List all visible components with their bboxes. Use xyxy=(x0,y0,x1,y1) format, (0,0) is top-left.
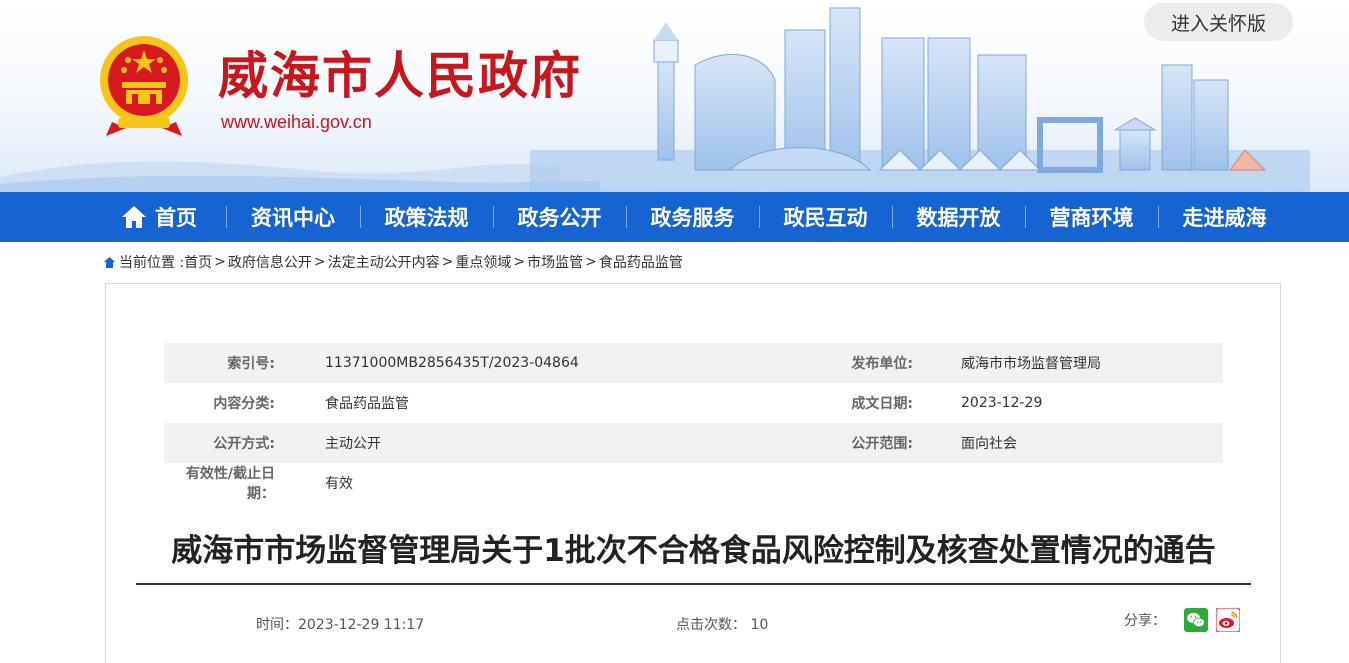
breadcrumb-separator: > xyxy=(214,254,226,270)
metadata-row: 有效性/截止日期： 有效 xyxy=(164,463,1223,503)
click-count-label: 点击次数： xyxy=(676,617,746,633)
nav-item-label: 政策法规 xyxy=(384,206,469,230)
nav-item-interaction[interactable]: 政民互动 xyxy=(759,192,892,242)
publish-time-label: 时间： xyxy=(256,617,298,633)
breadcrumb-link[interactable]: 首页 xyxy=(184,252,212,272)
nav-item-gov-services[interactable]: 政务服务 xyxy=(626,192,759,242)
scope-label: 公开范围: xyxy=(705,423,923,463)
metadata-row: 索引号: 11371000MB2856435T/2023-04864 发布单位:… xyxy=(164,343,1223,383)
metadata-row: 公开方式: 主动公开 公开范围: 面向社会 xyxy=(164,423,1223,463)
document-metadata-table: 索引号: 11371000MB2856435T/2023-04864 发布单位:… xyxy=(164,343,1223,503)
nav-item-label: 营商环境 xyxy=(1049,206,1134,230)
care-mode-button[interactable]: 进入关怀版 xyxy=(1144,3,1293,41)
wechat-icon[interactable] xyxy=(1184,608,1208,632)
click-count-value: 10 xyxy=(750,617,769,633)
share-label: 分享： xyxy=(1124,613,1166,629)
nav-item-policy[interactable]: 政策法规 xyxy=(360,192,493,242)
site-url: www.weihai.gov.cn xyxy=(221,112,372,132)
weibo-icon[interactable] xyxy=(1216,608,1240,632)
breadcrumb-link[interactable]: 市场监管 xyxy=(527,252,583,272)
metadata-row: 内容分类: 食品药品监管 成文日期: 2023-12-29 xyxy=(164,383,1223,423)
nav-item-about-weihai[interactable]: 走进威海 xyxy=(1158,192,1291,242)
breadcrumb-prefix: 当前位置 : xyxy=(119,255,185,271)
nav-item-news[interactable]: 资讯中心 xyxy=(226,192,360,242)
nav-item-label: 政务公开 xyxy=(517,206,602,230)
nav-item-home[interactable]: 首页 xyxy=(92,192,226,242)
category-value: 食品药品监管 xyxy=(325,396,409,412)
main-nav: 首页 资讯中心 政策法规 政务公开 政务服务 政民互动 数据开放 营商环境 走进… xyxy=(0,192,1349,242)
article-meta-bar: 时间：2023-12-29 11:17 点击次数： 10 分享： xyxy=(106,608,1282,634)
empty-cell xyxy=(705,463,923,503)
publisher-label: 发布单位: xyxy=(705,343,923,383)
home-icon xyxy=(122,206,146,228)
breadcrumb-separator: > xyxy=(441,254,454,270)
breadcrumb-link[interactable]: 政府信息公开 xyxy=(228,252,312,272)
breadcrumb-link[interactable]: 法定主动公开内容 xyxy=(328,252,440,272)
breadcrumb-separator: > xyxy=(585,254,597,270)
nav-item-business-environment[interactable]: 营商环境 xyxy=(1025,192,1158,242)
nav-item-open-data[interactable]: 数据开放 xyxy=(892,192,1025,242)
validity-label: 有效性/截止日期： xyxy=(185,466,275,502)
click-count: 点击次数： 10 xyxy=(676,614,768,634)
disclosure-value: 主动公开 xyxy=(285,423,705,463)
empty-cell xyxy=(923,463,1223,503)
scope-value: 面向社会 xyxy=(923,423,1223,463)
national-emblem-logo xyxy=(100,36,188,136)
share-bar: 分享： xyxy=(1124,608,1240,632)
written-date-value: 2023-12-29 xyxy=(961,395,1043,411)
breadcrumb-separator: > xyxy=(313,254,326,270)
nav-item-label: 首页 xyxy=(155,206,197,230)
nav-item-label: 资讯中心 xyxy=(251,206,335,230)
breadcrumb-separator: > xyxy=(513,254,526,270)
index-no-label: 索引号: xyxy=(164,343,285,383)
breadcrumb-link[interactable]: 食品药品监管 xyxy=(599,252,683,272)
nav-item-label: 数据开放 xyxy=(916,206,1001,230)
publisher-value: 威海市市场监督管理局 xyxy=(923,343,1223,383)
written-date-label: 成文日期: xyxy=(851,396,913,412)
nav-item-label: 走进威海 xyxy=(1182,206,1267,230)
validity-value: 有效 xyxy=(325,476,353,492)
publish-time: 时间：2023-12-29 11:17 xyxy=(256,614,424,634)
index-no-value: 11371000MB2856435T/2023-04864 xyxy=(285,343,705,383)
home-location-icon xyxy=(104,256,115,268)
article-container: 索引号: 11371000MB2856435T/2023-04864 发布单位:… xyxy=(105,283,1281,663)
nav-item-gov-affairs-disclosure[interactable]: 政务公开 xyxy=(493,192,626,242)
nav-item-label: 政务服务 xyxy=(650,206,735,230)
disclosure-label: 公开方式: xyxy=(164,423,285,463)
breadcrumb-link[interactable]: 重点领域 xyxy=(455,252,511,272)
publish-time-value: 2023-12-29 11:17 xyxy=(298,617,425,633)
header-banner: 威海市人民政府 www.weihai.gov.cn 进入关怀版 xyxy=(0,0,1349,192)
article-title: 威海市市场监督管理局关于1批次不合格食品风险控制及核查处置情况的通告 xyxy=(136,529,1251,585)
category-label: 内容分类: xyxy=(213,396,275,412)
breadcrumb: 当前位置 : 首页 > 政府信息公开 > 法定主动公开内容 > 重点领域 > 市场监管 >… xyxy=(103,252,683,272)
site-title: 威海市人民政府 xyxy=(218,46,582,105)
nav-item-label: 政民互动 xyxy=(783,206,868,230)
